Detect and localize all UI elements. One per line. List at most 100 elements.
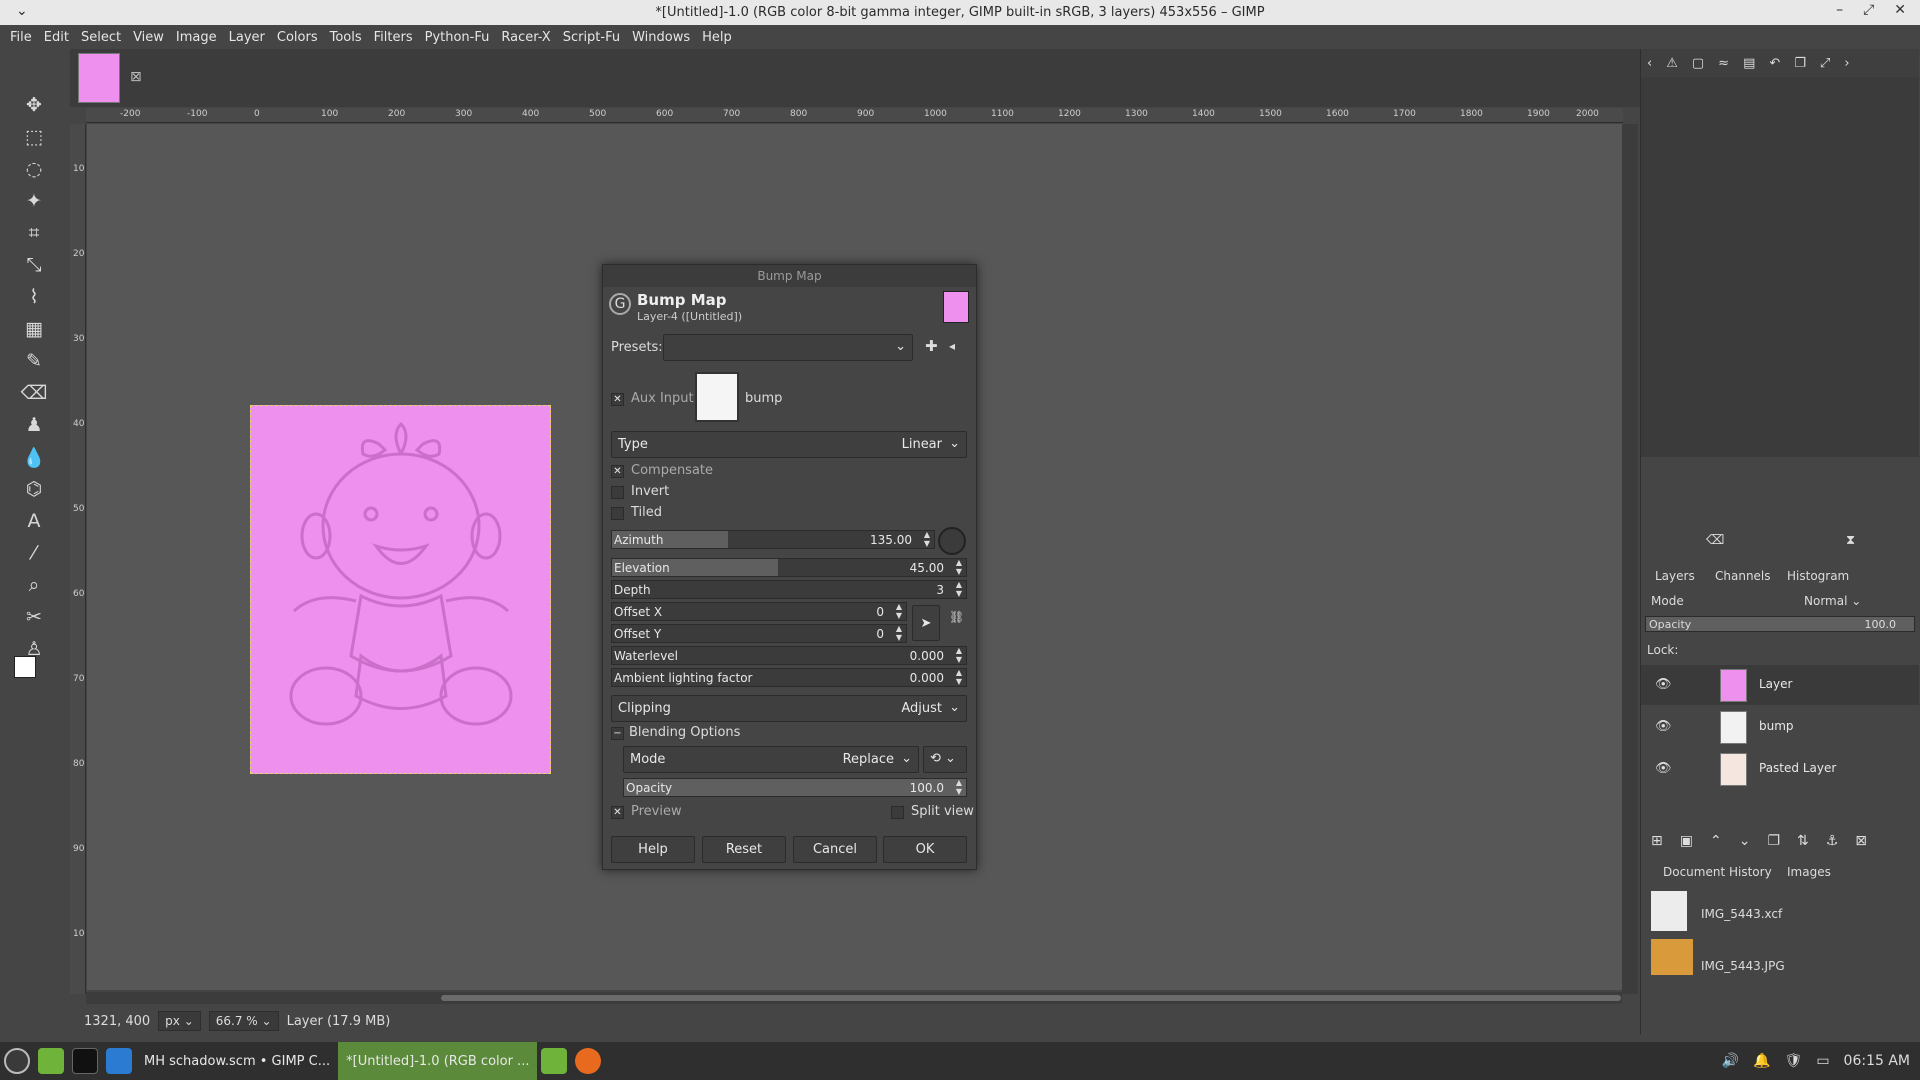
depth-slider[interactable]: Depth 3 ▲ ▼ <box>611 580 967 599</box>
preview-checkbox[interactable]: ✕ <box>611 806 624 819</box>
brush-icon[interactable]: ≈ <box>1718 56 1729 71</box>
menu-layer[interactable]: Layer <box>223 30 271 45</box>
raise-layer-icon[interactable]: ⌃ <box>1710 833 1722 849</box>
tab-document-history[interactable]: Document History <box>1663 865 1772 879</box>
color-picker-tool-icon[interactable]: ⁄ <box>20 539 48 567</box>
menu-logo-icon[interactable] <box>4 1048 30 1074</box>
menu-colors[interactable]: Colors <box>271 30 324 45</box>
menu-tools[interactable]: Tools <box>324 30 368 45</box>
smudge-tool-icon[interactable]: 💧 <box>20 443 48 471</box>
aux-input-thumbnail[interactable] <box>695 372 739 422</box>
chevron-right-icon[interactable]: › <box>1844 56 1849 71</box>
image-history-name[interactable]: IMG_5443.JPG <box>1701 959 1785 973</box>
layer-row[interactable]: 👁 Layer <box>1641 665 1919 705</box>
horizontal-scrollbar[interactable] <box>86 992 1622 1004</box>
visibility-eye-icon[interactable]: 👁 <box>1655 677 1672 692</box>
copy-icon[interactable]: ❐ <box>1794 56 1806 71</box>
add-preset-icon[interactable]: ✚ <box>925 337 938 355</box>
menu-image[interactable]: Image <box>170 30 223 45</box>
measure-tool-icon[interactable]: ✂ <box>20 603 48 631</box>
azimuth-dial[interactable] <box>938 527 966 555</box>
menu-script-fu[interactable]: Script-Fu <box>557 30 626 45</box>
zoom-tool-icon[interactable]: ⌕ <box>20 571 48 599</box>
menu-python-fu[interactable]: Python-Fu <box>419 30 496 45</box>
menu-view[interactable]: View <box>127 30 170 45</box>
visibility-eye-icon[interactable]: 👁 <box>1655 719 1672 734</box>
delete-layer-icon[interactable]: ⊠ <box>1855 833 1867 849</box>
ok-button[interactable]: OK <box>883 836 967 863</box>
layer-mode-select[interactable]: Normal ⌄ <box>1804 594 1861 608</box>
aux-input-checkbox[interactable]: ✕ <box>611 393 624 406</box>
warp-tool-icon[interactable]: ⌇ <box>20 283 48 311</box>
firefox-app-icon[interactable] <box>575 1048 602 1074</box>
taskbar-item-gimp-console[interactable]: MH schadow.scm • GIMP C... <box>136 1042 338 1080</box>
menu-file[interactable]: File <box>4 30 38 45</box>
menu-racer-x[interactable]: Racer-X <box>495 30 556 45</box>
clone-tool-icon[interactable]: ♟ <box>20 411 48 439</box>
undo-history-icon[interactable]: ↶ <box>1769 56 1780 71</box>
folder-app-icon[interactable] <box>541 1048 568 1074</box>
minimize-icon[interactable]: – <box>1836 2 1843 18</box>
paths-tool-icon[interactable]: ⌬ <box>20 475 48 503</box>
fuzzy-select-tool-icon[interactable]: ✦ <box>20 187 48 215</box>
clear-icon[interactable]: ⌫ <box>1706 533 1724 548</box>
shield-icon[interactable]: 🛡 <box>1785 1053 1803 1069</box>
new-layer-icon[interactable]: ⊞ <box>1651 833 1663 849</box>
clock[interactable]: 06:15 AM <box>1844 1053 1910 1069</box>
lower-layer-icon[interactable]: ⌄ <box>1739 833 1751 849</box>
chevron-left-icon[interactable]: ‹ <box>1647 56 1652 71</box>
gradient-tool-icon[interactable]: ▦ <box>20 315 48 343</box>
close-icon[interactable]: ✕ <box>1894 2 1906 18</box>
terminal-app-icon[interactable] <box>72 1048 98 1074</box>
blend-opacity-slider[interactable]: Opacity 100.0 ▲ ▼ <box>623 778 967 797</box>
chain-link-icon[interactable]: ⛓ <box>949 610 964 624</box>
window-menu-icon[interactable]: ⌄ <box>16 3 28 19</box>
lasso-tool-icon[interactable]: ◌ <box>20 155 48 183</box>
blending-collapse-toggle[interactable]: − <box>611 727 624 740</box>
visibility-eye-icon[interactable]: 👁 <box>1655 761 1672 776</box>
files-app-icon[interactable] <box>38 1048 64 1074</box>
layer-opacity-slider[interactable]: Opacity 100.0 <box>1645 616 1915 632</box>
gradient-icon[interactable]: ▤ <box>1743 56 1755 71</box>
blend-mode-select[interactable]: Mode Replace ⌄ <box>623 746 919 773</box>
image-tab-thumbnail[interactable] <box>78 53 120 103</box>
clipping-select[interactable]: Clipping Adjust ⌄ <box>611 695 967 722</box>
preset-menu-icon[interactable]: ◂ <box>949 339 955 353</box>
new-group-icon[interactable]: ▣ <box>1680 833 1693 849</box>
menu-edit[interactable]: Edit <box>38 30 75 45</box>
compensate-checkbox[interactable]: ✕ <box>611 465 624 478</box>
notification-bell-icon[interactable]: 🔔 <box>1753 1053 1770 1069</box>
ambient-lighting-slider[interactable]: Ambient lighting factor 0.000 ▲ ▼ <box>611 668 967 687</box>
reset-button[interactable]: Reset <box>702 836 786 863</box>
offset-y-field[interactable]: Offset Y 0 ▲ ▼ <box>611 624 907 643</box>
menu-help[interactable]: Help <box>696 30 738 45</box>
anchor-layer-icon[interactable]: ⚓ <box>1826 833 1839 849</box>
waterlevel-slider[interactable]: Waterlevel 0.000 ▲ ▼ <box>611 646 967 665</box>
eraser-tool-icon[interactable]: ⌫ <box>20 379 48 407</box>
image-canvas[interactable] <box>250 405 551 774</box>
cancel-button[interactable]: Cancel <box>793 836 877 863</box>
menu-filters[interactable]: Filters <box>368 30 419 45</box>
azimuth-slider[interactable]: Azimuth 135.00 ▲ ▼ <box>611 530 935 549</box>
foreground-color-swatch[interactable] <box>14 656 36 678</box>
image-history-name[interactable]: IMG_5443.xcf <box>1701 907 1782 921</box>
hourglass-icon[interactable]: ⧗ <box>1846 533 1855 548</box>
resize-icon[interactable]: ⤢ <box>1820 56 1830 71</box>
composite-mode-select[interactable]: ⟲ ⌄ <box>923 746 967 773</box>
zoom-select[interactable]: 66.7 % ⌄ <box>208 1011 279 1031</box>
transform-tool-icon[interactable]: ⤡ <box>20 251 48 279</box>
tiled-checkbox[interactable] <box>611 507 624 520</box>
display-icon[interactable]: ▭ <box>1816 1053 1829 1069</box>
maximize-icon[interactable]: ⤢ <box>1863 2 1874 18</box>
text-tool-icon[interactable]: A <box>20 507 48 535</box>
elevation-slider[interactable]: Elevation 45.00 ▲ ▼ <box>611 558 967 577</box>
unit-select[interactable]: px ⌄ <box>158 1011 201 1031</box>
warning-icon[interactable]: ⚠ <box>1666 56 1678 71</box>
tab-images[interactable]: Images <box>1787 865 1831 879</box>
volume-icon[interactable]: 🔊 <box>1722 1053 1739 1069</box>
split-view-checkbox[interactable] <box>891 806 904 819</box>
move-tool-icon[interactable]: ✥ <box>20 91 48 119</box>
paintbrush-tool-icon[interactable]: ✎ <box>20 347 48 375</box>
merge-layer-icon[interactable]: ⇅ <box>1797 833 1809 849</box>
menu-windows[interactable]: Windows <box>626 30 696 45</box>
